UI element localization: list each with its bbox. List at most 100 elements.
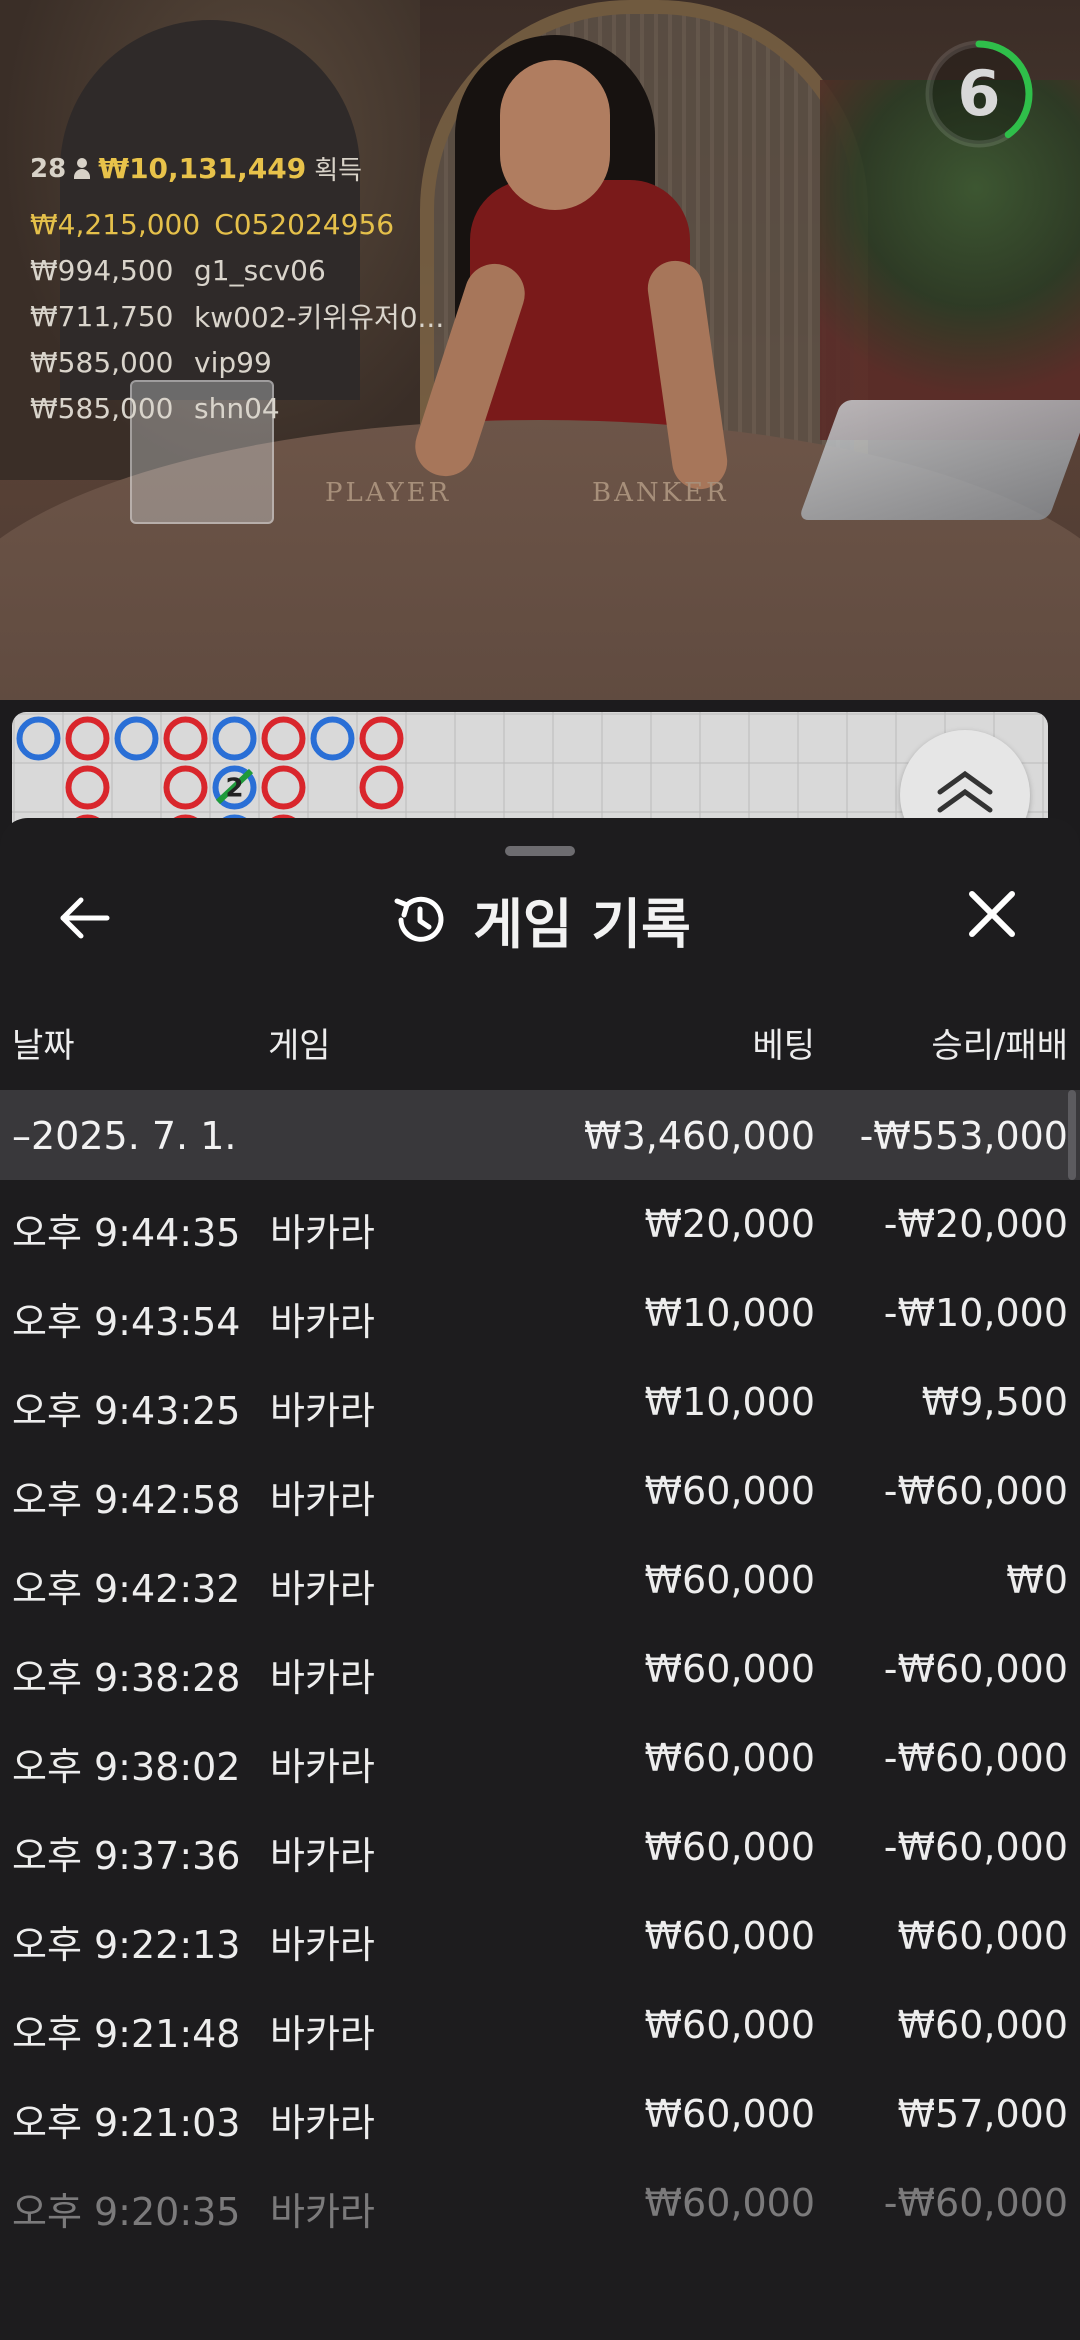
row-result: ₩9,500 (921, 1380, 1068, 1424)
row-game: 바카라 (270, 2190, 375, 2234)
row-result: ₩0 (1006, 1558, 1068, 1602)
winner-row: ₩994,500 g1_scv06 (30, 247, 444, 293)
history-icon (394, 896, 444, 942)
sheet-header: 게임 기록 (0, 880, 1080, 956)
row-bet: ₩10,000 (644, 1291, 815, 1335)
history-list: 오후 9:44:35 바카라 ₩20,000 -₩20,000 오후 9:43:… (0, 1180, 1080, 2248)
row-bet: ₩60,000 (644, 2003, 815, 2047)
history-row[interactable]: 오후 9:22:13 바카라 ₩60,000 ₩60,000 (0, 1892, 1080, 1981)
winner-row: ₩585,000 shn04 (30, 385, 444, 431)
row-game: 바카라 (270, 1656, 375, 1700)
winners-summary: 28 ₩10,131,449 획득 (30, 150, 444, 187)
winner-amount: ₩711,750 (30, 299, 174, 333)
row-time: 오후 9:43:25 (12, 1389, 241, 1433)
row-result: ₩60,000 (897, 1914, 1068, 1958)
row-result: -₩60,000 (883, 2181, 1068, 2225)
sheet-drag-handle[interactable] (505, 846, 575, 856)
winner-amount: ₩585,000 (30, 345, 174, 379)
winner-amount: ₩585,000 (30, 391, 174, 425)
row-game: 바카라 (270, 1211, 375, 1255)
row-result: -₩60,000 (883, 1825, 1068, 1869)
group-result-total: -₩553,000 (859, 1114, 1068, 1158)
row-bet: ₩60,000 (644, 1558, 815, 1602)
row-game: 바카라 (270, 1567, 375, 1611)
table-label-banker: BANKER (592, 478, 729, 508)
row-result: -₩20,000 (883, 1202, 1068, 1246)
row-bet: ₩60,000 (644, 1469, 815, 1513)
row-result: ₩57,000 (897, 2092, 1068, 2136)
winners-leaderboard: 28 ₩10,131,449 획득 ₩4,215,000 C052024956 … (30, 150, 444, 431)
row-result: -₩10,000 (883, 1291, 1068, 1335)
row-game: 바카라 (270, 1923, 375, 1967)
live-video-stream[interactable]: PLAYER BANKER 28 ₩10,131,449 획득 ₩4,215,0… (0, 0, 1080, 700)
winner-amount: ₩4,215,000 (30, 207, 201, 241)
dealer-face (500, 60, 610, 210)
winner-name: vip99 (194, 345, 272, 379)
row-time: 오후 9:43:54 (12, 1300, 241, 1344)
timer-value: 6 (957, 57, 1001, 130)
column-header-bet: 베팅 (752, 1026, 815, 1066)
game-history-sheet: 게임 기록 날짜 게임 베팅 승리/패배 –2025. 7. 1. ₩3,460… (0, 818, 1080, 2340)
road-bead (163, 765, 208, 810)
group-date: –2025. 7. 1. (12, 1114, 237, 1158)
row-time: 오후 9:38:28 (12, 1656, 241, 1700)
history-row[interactable]: 오후 9:20:35 바카라 ₩60,000 -₩60,000 (0, 2159, 1080, 2248)
road-grid: 2 (12, 712, 1048, 832)
road-bead (65, 716, 110, 761)
road-bead-count: 2 (225, 774, 243, 804)
row-result: -₩60,000 (883, 1469, 1068, 1513)
close-button[interactable] (962, 884, 1022, 944)
row-bet: ₩60,000 (644, 2092, 815, 2136)
row-bet: ₩60,000 (644, 1825, 815, 1869)
row-bet: ₩20,000 (644, 1202, 815, 1246)
road-bead (359, 765, 404, 810)
scrollbar[interactable] (1068, 1090, 1076, 1180)
row-time: 오후 9:38:02 (12, 1745, 241, 1789)
winner-row: ₩711,750 kw002-키위유저0... (30, 293, 444, 339)
row-time: 오후 9:44:35 (12, 1211, 241, 1255)
column-header-result: 승리/패배 (931, 1026, 1068, 1066)
bead-road-map[interactable]: 2 (12, 712, 1048, 832)
history-row[interactable]: 오후 9:38:02 바카라 ₩60,000 -₩60,000 (0, 1714, 1080, 1803)
row-bet: ₩60,000 (644, 1914, 815, 1958)
row-game: 바카라 (270, 2012, 375, 2056)
history-row[interactable]: 오후 9:42:58 바카라 ₩60,000 -₩60,000 (0, 1447, 1080, 1536)
winner-name: C052024956 (214, 207, 395, 241)
row-game: 바카라 (270, 1300, 375, 1344)
row-time: 오후 9:21:03 (12, 2101, 241, 2145)
row-time: 오후 9:42:32 (12, 1567, 241, 1611)
road-bead (114, 716, 159, 761)
group-bet-total: ₩3,460,000 (584, 1114, 815, 1158)
row-bet: ₩60,000 (644, 1647, 815, 1691)
row-time: 오후 9:20:35 (12, 2190, 241, 2234)
person-icon (74, 157, 91, 180)
row-time: 오후 9:21:48 (12, 2012, 241, 2056)
history-row[interactable]: 오후 9:21:48 바카라 ₩60,000 ₩60,000 (0, 1981, 1080, 2070)
history-row[interactable]: 오후 9:38:28 바카라 ₩60,000 -₩60,000 (0, 1625, 1080, 1714)
row-bet: ₩60,000 (644, 2181, 815, 2225)
row-result: ₩60,000 (897, 2003, 1068, 2047)
winners-count: 28 (30, 153, 67, 184)
road-bead (212, 716, 257, 761)
road-bead (163, 716, 208, 761)
winner-row: ₩585,000 vip99 (30, 339, 444, 385)
history-row[interactable]: 오후 9:44:35 바카라 ₩20,000 -₩20,000 (0, 1180, 1080, 1269)
history-row[interactable]: 오후 9:42:32 바카라 ₩60,000 ₩0 (0, 1536, 1080, 1625)
row-bet: ₩10,000 (644, 1380, 815, 1424)
history-row[interactable]: 오후 9:37:36 바카라 ₩60,000 -₩60,000 (0, 1803, 1080, 1892)
history-row[interactable]: 오후 9:43:25 바카라 ₩10,000 ₩9,500 (0, 1358, 1080, 1447)
winner-amount: ₩994,500 (30, 253, 174, 287)
row-result: -₩60,000 (883, 1736, 1068, 1780)
winner-row: ₩4,215,000 C052024956 (30, 201, 444, 247)
card-shoe (798, 400, 1080, 520)
row-game: 바카라 (270, 1478, 375, 1522)
winners-total: ₩10,131,449 (98, 152, 307, 185)
history-row[interactable]: 오후 9:43:54 바카라 ₩10,000 -₩10,000 (0, 1269, 1080, 1358)
history-row[interactable]: 오후 9:21:03 바카라 ₩60,000 ₩57,000 (0, 2070, 1080, 2159)
date-group-row[interactable]: –2025. 7. 1. ₩3,460,000 -₩553,000 (0, 1090, 1080, 1180)
row-time: 오후 9:22:13 (12, 1923, 241, 1967)
countdown-timer: 6 (923, 38, 1035, 150)
row-time: 오후 9:37:36 (12, 1834, 241, 1878)
road-bead (65, 765, 110, 810)
page-title: 게임 기록 (473, 893, 691, 956)
